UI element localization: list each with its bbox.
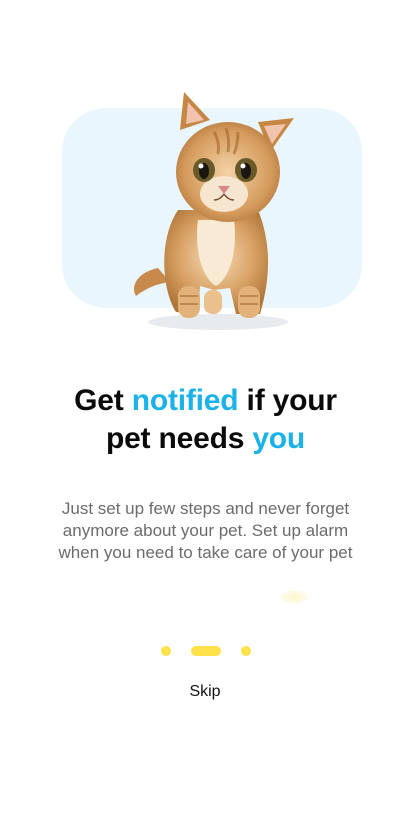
sparkle-decoration xyxy=(280,590,308,604)
page-indicator xyxy=(0,645,411,657)
onboarding-headline: Get notified if your pet needs you xyxy=(40,382,371,458)
page-dot[interactable] xyxy=(240,646,251,656)
onboarding-description: Just set up few steps and never forget a… xyxy=(58,499,353,562)
headline-accent-text: notified xyxy=(131,384,239,417)
headline-text: Get xyxy=(74,384,132,417)
onboarding-screen: Get notified if your pet needs you Just … xyxy=(0,0,411,823)
headline-accent-text: you xyxy=(252,422,306,455)
kitten-illustration-icon xyxy=(134,92,294,330)
headline-text: if your xyxy=(238,384,337,417)
headline-text: pet needs xyxy=(105,422,253,455)
skip-button[interactable]: Skip xyxy=(165,678,245,706)
page-dot-active[interactable] xyxy=(190,646,221,656)
page-dot[interactable] xyxy=(160,646,171,656)
